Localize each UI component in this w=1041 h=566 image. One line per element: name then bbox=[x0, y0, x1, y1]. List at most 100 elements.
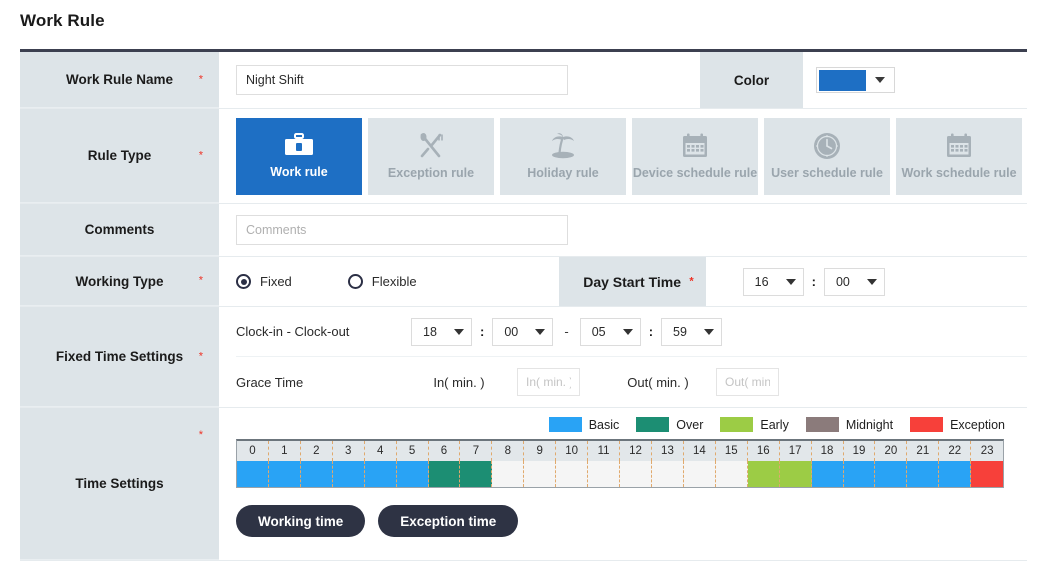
timeline-cell-16[interactable] bbox=[747, 461, 780, 487]
timeline-hour-label: 19 bbox=[843, 441, 876, 461]
label-text: Rule Type bbox=[87, 148, 152, 163]
timeline-hour-label: 1 bbox=[268, 441, 301, 461]
rule-tile-device-schedule-rule[interactable]: Device schedule rule bbox=[632, 117, 758, 195]
working-time-button[interactable]: Working time bbox=[236, 505, 366, 537]
clock-out-minute-select[interactable]: 59 bbox=[661, 317, 723, 346]
chevron-down-icon bbox=[875, 77, 885, 83]
timeline-hour-label: 15 bbox=[715, 441, 748, 461]
day-start-hour-select[interactable]: 16 bbox=[742, 267, 804, 296]
grace-in-input[interactable] bbox=[517, 368, 580, 396]
clock-out-hour-select[interactable]: 05 bbox=[579, 317, 641, 346]
clock-out-minute-value: 59 bbox=[673, 324, 687, 339]
rule-tile-user-schedule-rule[interactable]: User schedule rule bbox=[764, 117, 890, 195]
radio-flexible[interactable]: Flexible bbox=[347, 274, 417, 289]
timeline-hour-label: 9 bbox=[524, 441, 557, 461]
legend-swatch bbox=[805, 417, 839, 432]
value-rule-type: Work rule Exception rule Holiday rule Devic… bbox=[219, 109, 1027, 203]
timeline-cell-0[interactable] bbox=[237, 461, 269, 487]
timeline-hour-label: 16 bbox=[747, 441, 780, 461]
label-time-settings: Time Settings * bbox=[20, 408, 219, 560]
grace-out-input[interactable] bbox=[716, 368, 779, 396]
exception-time-button[interactable]: Exception time bbox=[378, 505, 519, 537]
label-text: Work Rule Name bbox=[65, 72, 174, 87]
legend-label: Basic bbox=[588, 417, 620, 432]
label-text: Fixed Time Settings bbox=[55, 349, 184, 364]
clock-in-hour-value: 18 bbox=[423, 324, 437, 339]
timeline-hour-label: 2 bbox=[300, 441, 333, 461]
timeline-cell-19[interactable] bbox=[843, 461, 876, 487]
rule-tile-work-rule[interactable]: Work rule bbox=[236, 117, 362, 195]
label-comments: Comments bbox=[20, 204, 219, 256]
value-day-start-time: 16 : 00 bbox=[706, 257, 1027, 306]
timeline-hour-label: 7 bbox=[460, 441, 493, 461]
timeline-hour-label: 3 bbox=[332, 441, 365, 461]
timeline-cell-17[interactable] bbox=[779, 461, 812, 487]
legend-swatch bbox=[548, 417, 582, 432]
required-marker: * bbox=[198, 73, 203, 85]
legend-label: Midnight bbox=[845, 417, 894, 432]
legend-label: Over bbox=[676, 417, 704, 432]
timeline-cell-6[interactable] bbox=[428, 461, 461, 487]
time-separator: : bbox=[811, 274, 816, 289]
timeline-cell-18[interactable] bbox=[811, 461, 844, 487]
timeline-cell-5[interactable] bbox=[396, 461, 429, 487]
comments-input[interactable] bbox=[236, 215, 568, 245]
timeline-cell-8[interactable] bbox=[492, 461, 525, 487]
required-marker: * bbox=[198, 274, 203, 287]
rule-tile-exception-rule[interactable]: Exception rule bbox=[368, 117, 494, 195]
color-swatch bbox=[819, 69, 866, 91]
timeline-hour-header: 0 1 2 3 4 5 6 7 8 9 10 11 12 13 14 15 16 17 18 19 20 21 22 23 bbox=[237, 441, 1004, 461]
rule-tile-holiday-rule[interactable]: Holiday rule bbox=[500, 117, 626, 195]
timeline-cell-23[interactable] bbox=[971, 461, 1004, 487]
timeline-cell-1[interactable] bbox=[268, 461, 301, 487]
chevron-down-icon bbox=[866, 278, 877, 285]
timeline-cell-11[interactable] bbox=[588, 461, 621, 487]
value-work-rule-name bbox=[219, 52, 700, 108]
value-comments bbox=[219, 204, 1027, 256]
timeline-cell-13[interactable] bbox=[651, 461, 684, 487]
rule-tile-work-schedule-rule[interactable]: Work schedule rule bbox=[896, 117, 1022, 195]
timeline-bars[interactable] bbox=[237, 461, 1004, 487]
color-row-spacer bbox=[895, 52, 1027, 108]
clock-in-minute-select[interactable]: 00 bbox=[492, 317, 554, 346]
timeline-cell-21[interactable] bbox=[907, 461, 940, 487]
grace-time-label: Grace Time bbox=[236, 374, 304, 390]
clock-in-out-label: Clock-in - Clock-out bbox=[236, 324, 350, 339]
day-start-hour-value: 16 bbox=[754, 274, 769, 289]
hour-timeline[interactable]: 0 1 2 3 4 5 6 7 8 9 10 11 12 13 14 15 16 17 18 19 20 21 22 23 bbox=[236, 439, 1004, 488]
time-separator: : bbox=[648, 324, 654, 339]
timeline-cell-7[interactable] bbox=[460, 461, 493, 487]
radio-fixed[interactable]: Fixed bbox=[236, 274, 292, 289]
timeline-cell-2[interactable] bbox=[300, 461, 333, 487]
timeline-cell-4[interactable] bbox=[364, 461, 397, 487]
legend-item-basic: Basic bbox=[548, 417, 620, 432]
label-working-type: Working Type * bbox=[20, 257, 219, 306]
timeline-hour-label: 6 bbox=[428, 441, 461, 461]
timeline-cell-22[interactable] bbox=[939, 461, 972, 487]
timeline-cell-12[interactable] bbox=[620, 461, 652, 487]
day-start-minute-select[interactable]: 00 bbox=[823, 267, 885, 296]
clock-in-hour-select[interactable]: 18 bbox=[411, 317, 472, 346]
timeline-cell-15[interactable] bbox=[715, 461, 748, 487]
work-rule-name-input[interactable] bbox=[236, 65, 568, 95]
clock-in-minute-value: 00 bbox=[504, 324, 519, 339]
color-picker[interactable] bbox=[816, 67, 895, 93]
rule-tile-label: Exception rule bbox=[387, 166, 475, 180]
timeline-cell-3[interactable] bbox=[332, 461, 365, 487]
timeline-cell-10[interactable] bbox=[556, 461, 589, 487]
label-day-start-time: Day Start Time * bbox=[558, 257, 706, 306]
timeline-cell-14[interactable] bbox=[683, 461, 716, 487]
clock-out-hour-value: 05 bbox=[591, 324, 606, 339]
row-time-settings: Time Settings * Basic Over Early Midnight Ex… bbox=[20, 408, 1027, 561]
value-fixed-time-settings: Clock-in - Clock-out 18 : 00 - 05: 59 G… bbox=[219, 307, 1027, 407]
timeline-hour-label: 10 bbox=[556, 441, 589, 461]
timeline-cell-9[interactable] bbox=[524, 461, 557, 487]
label-text: Day Start Time bbox=[583, 273, 682, 290]
timeline-hour-label: 11 bbox=[588, 441, 621, 461]
timeline-cell-20[interactable] bbox=[875, 461, 908, 487]
row-rule-type: Rule Type * Work rule Exception rule Holid… bbox=[20, 109, 1027, 204]
legend-swatch bbox=[720, 417, 754, 432]
rule-tile-label: Holiday rule bbox=[527, 166, 599, 180]
timeline-hour-label: 12 bbox=[620, 441, 652, 461]
time-separator: : bbox=[480, 324, 485, 339]
